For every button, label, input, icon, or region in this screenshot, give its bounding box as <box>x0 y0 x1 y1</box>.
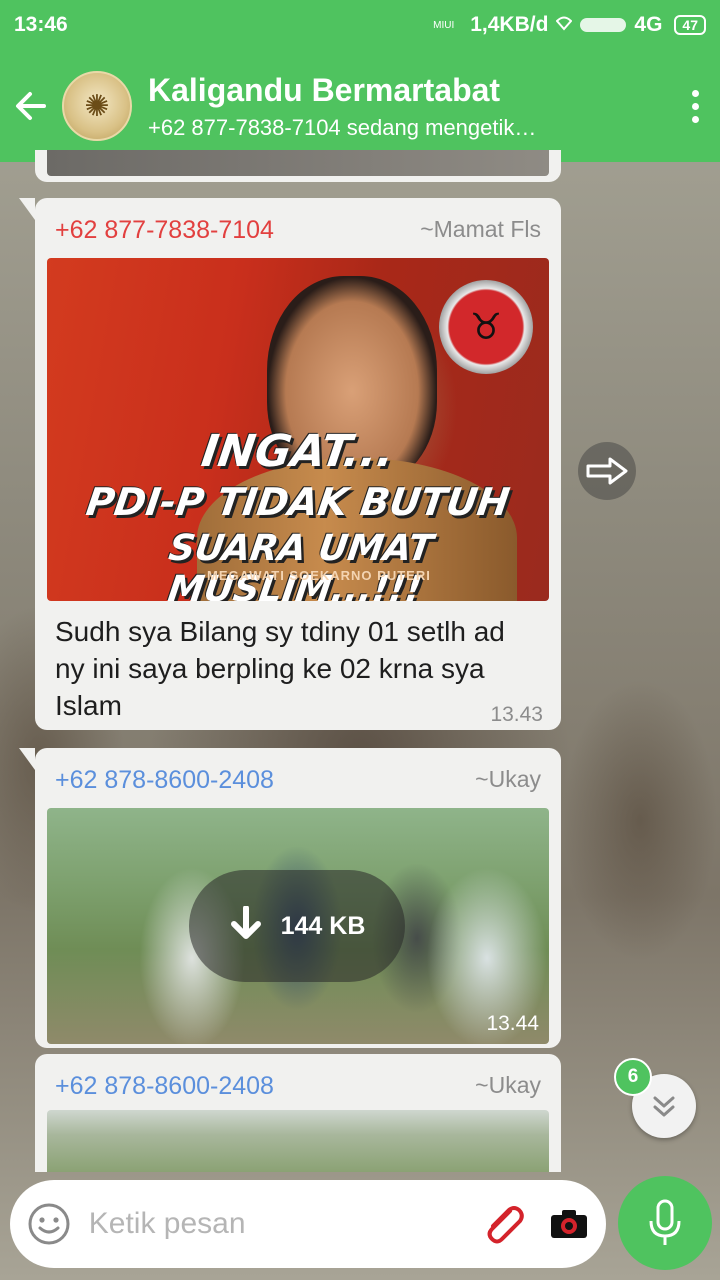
chat-header: ✺ Kaligandu Bermartabat +62 877-7838-710… <box>0 50 720 162</box>
sender-alias: ~Mamat Fls <box>420 216 541 242</box>
previous-image[interactable] <box>47 150 549 176</box>
message-bubble[interactable]: +62 878-8600-2408 ~Ukay <box>35 1054 561 1172</box>
typing-status: +62 877-7838-7104 sedang mengetik… <box>148 114 537 140</box>
data-toggle-icon <box>580 18 627 32</box>
microphone-icon <box>649 1199 681 1245</box>
paperclip-icon <box>487 1206 524 1244</box>
group-avatar[interactable]: ✺ <box>62 71 132 141</box>
message-image[interactable]: ♉ INGAT... PDI-P TIDAK BUTUH SUARA UMAT … <box>47 258 549 601</box>
overflow-menu-button[interactable] <box>670 50 720 162</box>
sender-phone[interactable]: +62 878-8600-2408 <box>55 1072 274 1101</box>
network-type: 4G <box>634 13 663 36</box>
smiley-icon <box>28 1203 70 1245</box>
message-input[interactable] <box>88 1207 475 1241</box>
message-time: 13.44 <box>486 1012 539 1035</box>
sender-alias: ~Ukay <box>475 1072 541 1098</box>
sender-phone[interactable]: +62 878-8600-2408 <box>55 766 274 795</box>
message-text: Sudh sya Bilang sy tdiny 01 setlh ad ny … <box>55 616 505 721</box>
double-chevron-down-icon <box>653 1096 675 1117</box>
menu-dot-icon <box>691 102 699 110</box>
message-time: 13.43 <box>490 703 543 726</box>
network-speed: 1,4KB/d <box>470 13 549 36</box>
battery-icon: 47 <box>674 15 706 35</box>
chat-title-block[interactable]: Kaligandu Bermartabat +62 877-7838-7104 … <box>148 72 670 141</box>
menu-dot-icon <box>691 89 699 97</box>
menu-dot-icon <box>691 115 699 123</box>
poster-line-2: PDI-P TIDAK BUTUH <box>83 480 513 524</box>
sender-alias: ~Ukay <box>475 766 541 792</box>
poster-line-1: INGAT... <box>198 426 398 477</box>
forward-button[interactable] <box>578 442 636 500</box>
emoji-button[interactable] <box>10 1202 89 1246</box>
carrier-label: MIUI <box>433 19 455 31</box>
attach-button[interactable] <box>475 1201 531 1247</box>
unread-count-badge: 6 <box>614 1058 652 1096</box>
previous-message-bubble[interactable] <box>35 150 561 182</box>
back-button[interactable] <box>0 50 62 162</box>
calligraphy-avatar-icon: ✺ <box>84 89 110 123</box>
chat-title: Kaligandu Bermartabat <box>148 71 501 108</box>
bubble-tail <box>19 198 35 220</box>
download-size: 144 KB <box>280 911 366 940</box>
bubble-tail <box>19 748 35 770</box>
download-button[interactable]: 144 KB <box>189 870 405 982</box>
camera-button[interactable] <box>531 1209 606 1239</box>
voice-record-button[interactable] <box>618 1176 712 1270</box>
bull-logo-icon: ♉ <box>439 280 533 374</box>
download-arrow-icon <box>230 906 261 939</box>
poster-line-3: SUARA UMAT MUSLIM...!!! <box>165 528 436 601</box>
camera-icon <box>550 1210 587 1238</box>
message-image-blurred[interactable]: 144 KB 13.44 <box>47 808 549 1044</box>
wifi-signal-icon <box>556 13 573 37</box>
sender-phone[interactable]: +62 877-7838-7104 <box>55 216 274 245</box>
forward-arrow-icon <box>586 457 628 485</box>
message-bubble[interactable]: +62 878-8600-2408 ~Ukay 144 KB 13.44 <box>19 748 561 1048</box>
message-image[interactable] <box>47 1110 549 1172</box>
status-time: 13:46 <box>14 13 68 36</box>
message-bubble[interactable]: +62 877-7838-7104 ~Mamat Fls ♉ INGAT... … <box>19 198 561 730</box>
back-arrow-icon <box>16 92 46 120</box>
poster-credit: MEGAWATI SOEKARNO PUTERI <box>207 568 431 583</box>
message-composer <box>10 1180 606 1268</box>
status-bar: 13:46 MIUI 1,4KB/d 4G 47 <box>0 0 720 50</box>
